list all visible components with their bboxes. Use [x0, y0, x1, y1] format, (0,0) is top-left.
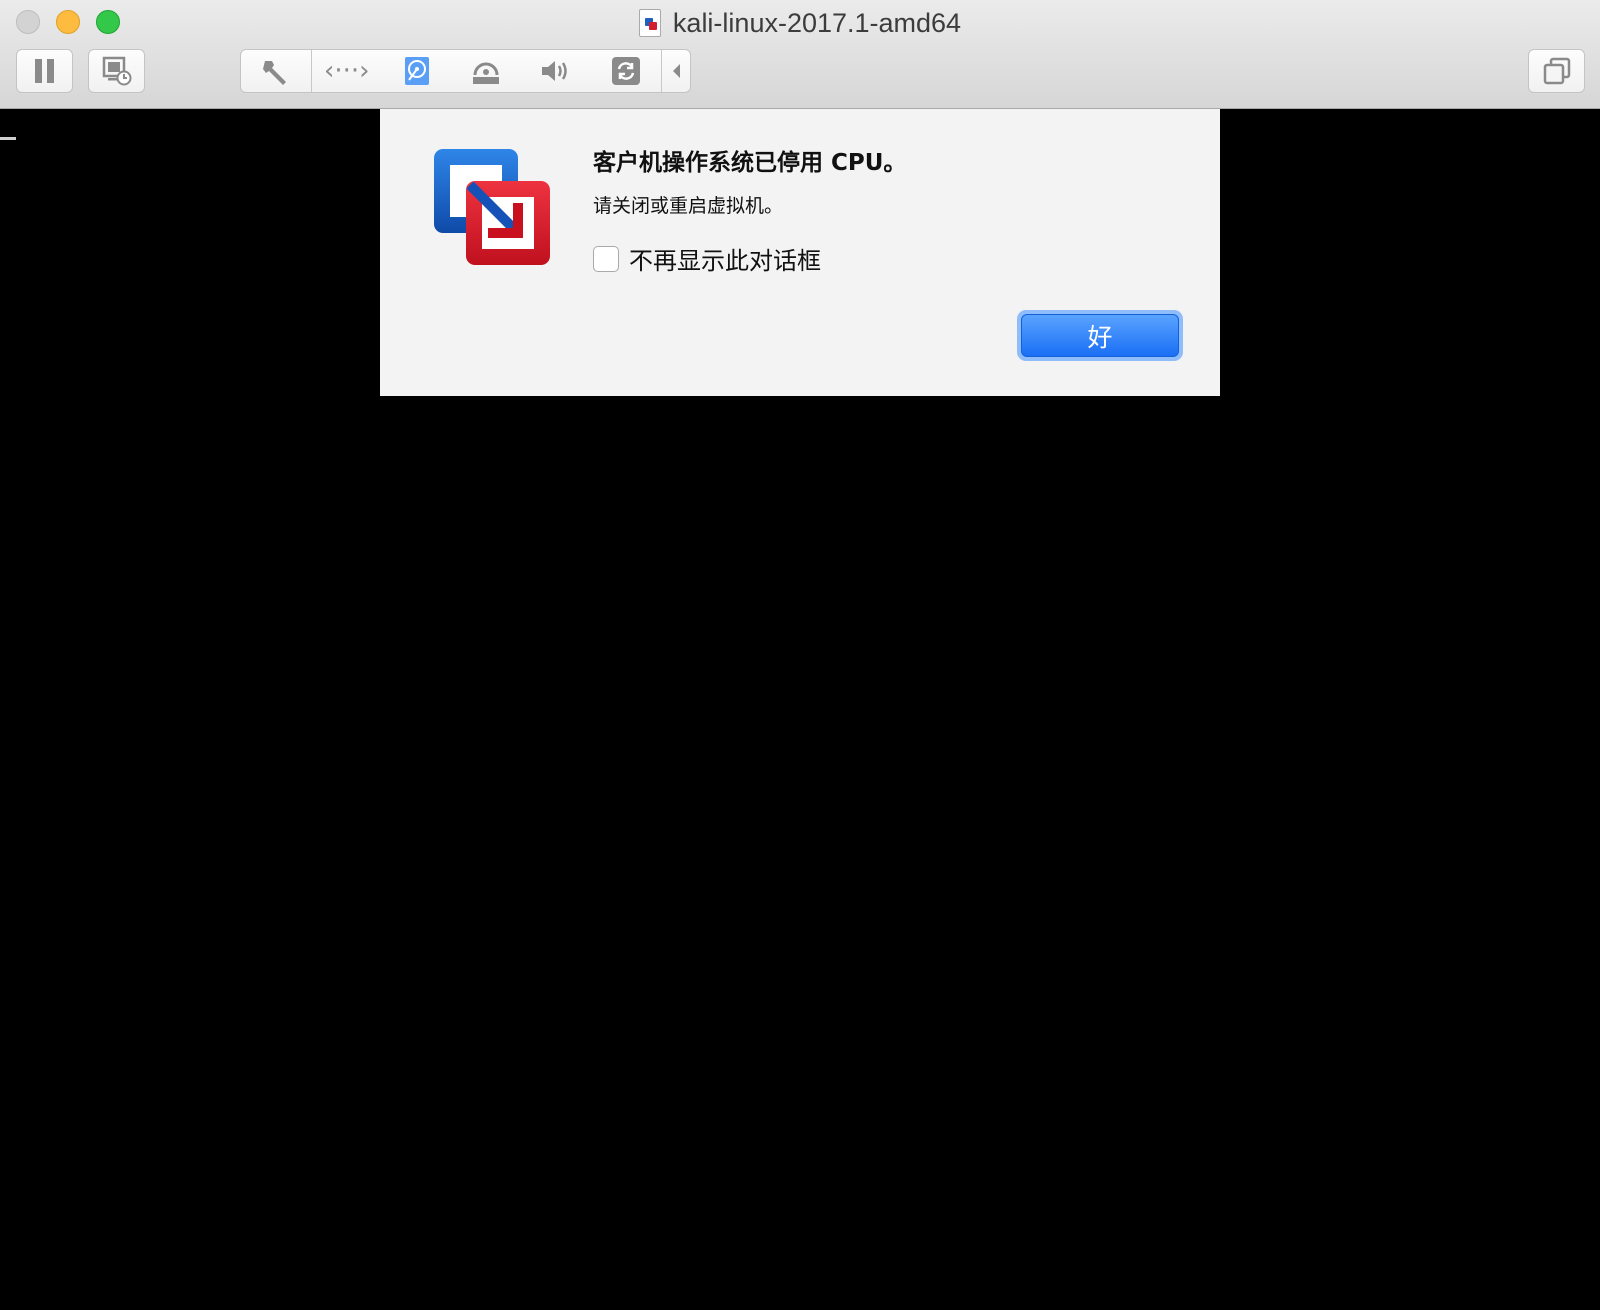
vmware-fusion-icon: [434, 149, 550, 265]
close-window-button[interactable]: [16, 10, 40, 34]
ok-button-label[interactable]: 好: [1021, 314, 1179, 357]
collapse-arrow-icon: [673, 64, 681, 78]
usb-sync-icon: [612, 57, 641, 85]
suppress-dialog-label[interactable]: 不再显示此对话框: [629, 241, 821, 276]
console-cursor: [0, 137, 16, 140]
hard-disk-icon: [404, 57, 429, 85]
snapshot-icon: [102, 56, 131, 86]
pause-icon: [34, 59, 54, 83]
wrench-icon: [262, 61, 286, 85]
window-title: kali-linux-2017.1-amd64: [672, 8, 962, 38]
cpu-disabled-dialog: 客户机操作系统已停用 CPU。 请关闭或重启虚拟机。 不再显示此对话框 好: [380, 109, 1220, 396]
collapse-toolbar-button[interactable]: [661, 50, 690, 92]
optical-drive-button[interactable]: [452, 50, 522, 92]
device-toolbar-group: ‹···›: [240, 49, 691, 93]
restore-window-icon: [1543, 57, 1570, 85]
suppress-dialog-option[interactable]: 不再显示此对话框: [593, 241, 821, 276]
snapshot-button[interactable]: [88, 49, 145, 93]
usb-sync-button[interactable]: [591, 50, 661, 92]
optical-drive-icon: [473, 62, 500, 84]
maximize-window-button[interactable]: [96, 10, 120, 34]
dialog-message: 请关闭或重启虚拟机。: [593, 195, 784, 217]
sound-button[interactable]: [521, 50, 591, 92]
restore-window-button[interactable]: [1528, 49, 1585, 93]
network-adapter-button[interactable]: ‹···›: [312, 50, 382, 92]
minimize-window-button[interactable]: [56, 10, 80, 34]
suppress-dialog-checkbox[interactable]: [593, 245, 619, 272]
ok-button[interactable]: 好: [1017, 310, 1183, 361]
vm-window: kali-linux-2017.1-amd64 ‹···› 客户机操作系统已停用…: [0, 0, 1600, 1310]
window-title-area: kali-linux-2017.1-amd64: [0, 6, 1600, 41]
dialog-title: 客户机操作系统已停用 CPU。: [593, 150, 907, 176]
vm-document-icon: [638, 9, 661, 37]
title-toolbar: kali-linux-2017.1-amd64 ‹···›: [0, 0, 1600, 109]
hard-disk-button[interactable]: [382, 50, 452, 92]
network-icon: ‹···›: [323, 56, 370, 86]
settings-button[interactable]: [241, 50, 312, 92]
speaker-icon: [542, 61, 568, 81]
pause-button[interactable]: [16, 49, 73, 93]
